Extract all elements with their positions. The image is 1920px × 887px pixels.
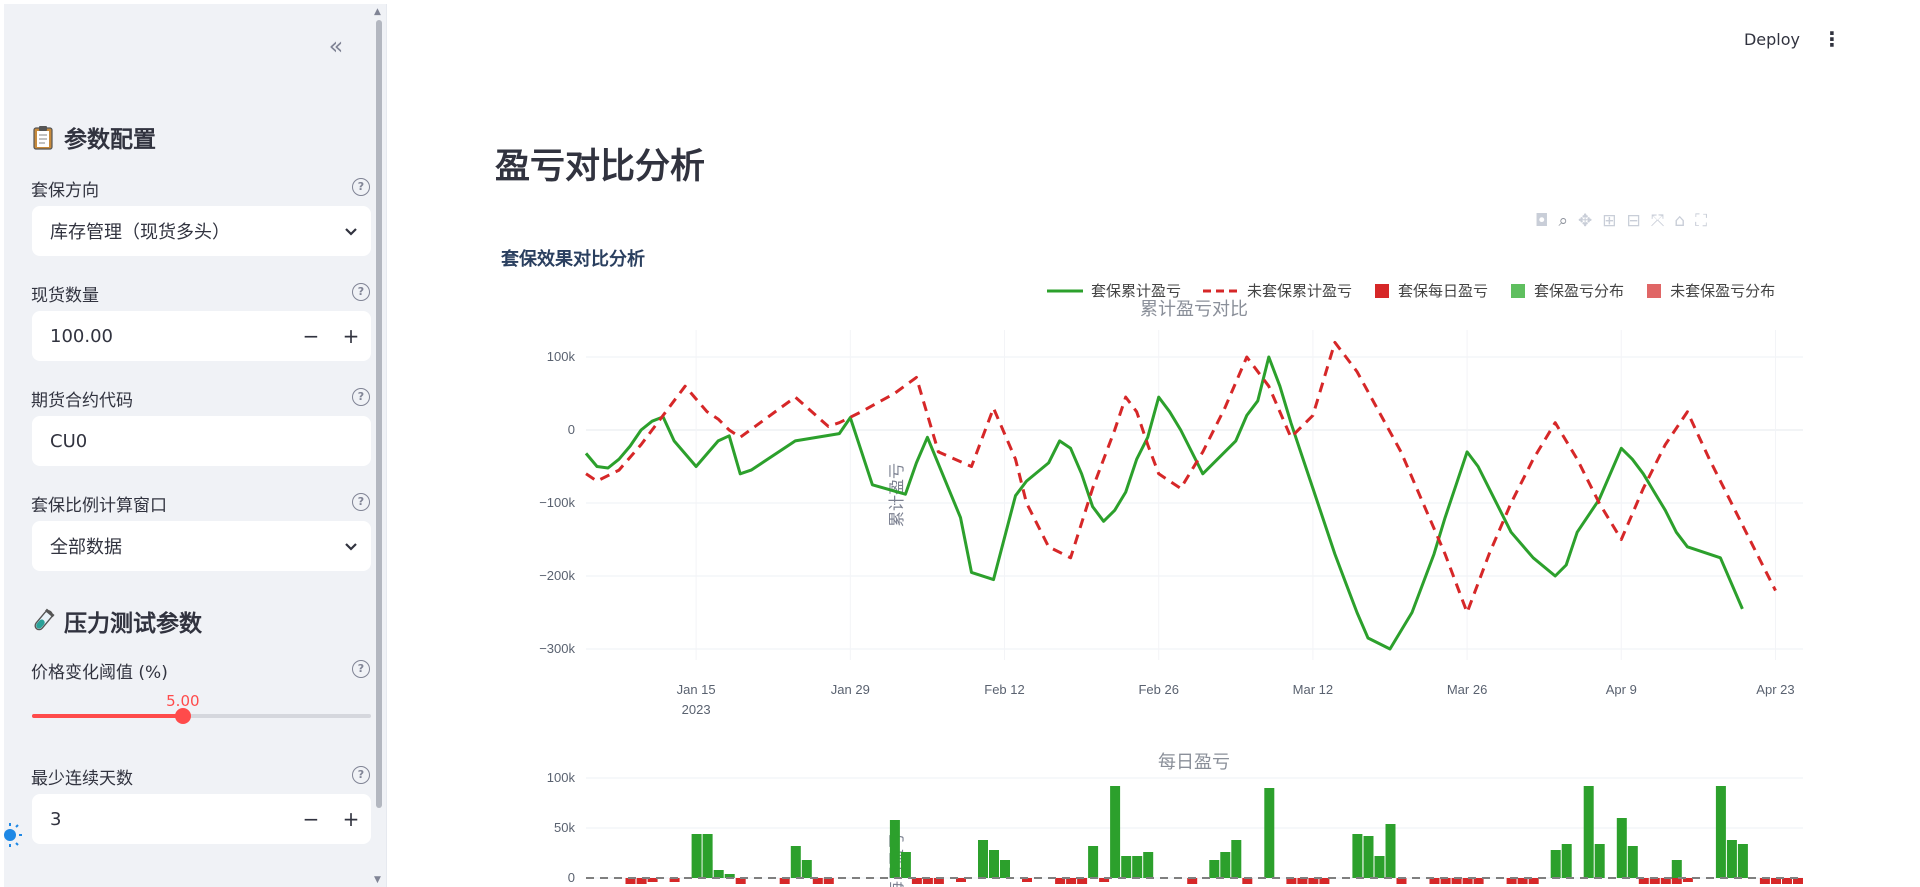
help-icon[interactable]: ? [352,766,370,784]
bar [1561,844,1572,878]
bar [978,840,988,878]
price-threshold-slider[interactable] [32,708,371,724]
help-icon[interactable]: ? [352,283,370,301]
scroll-down-icon[interactable]: ▼ [374,876,382,885]
app-frame: « 参数配置 套保方向 ? 库存管理（现货多头） 现货数量 ? 100.00 −… [0,0,1920,887]
spot-qty-value[interactable]: 100.00 [32,326,291,347]
chart-area: 累计盈亏对比累计盈亏100k0−100k−200k−300kJan 152023… [539,299,1803,887]
chevron-down-icon [331,222,371,241]
bar [790,846,801,878]
y-tick-label: −100k [539,495,575,510]
slider-thumb[interactable] [174,708,191,724]
test-tube-icon [34,608,55,631]
subplot-title: 每日盈亏 [1158,752,1230,773]
bar [1583,786,1594,878]
sidebar: « 参数配置 套保方向 ? 库存管理（现货多头） 现货数量 ? 100.00 −… [4,4,387,887]
x-tick-label: Apr 23 [1756,682,1794,697]
bar [1209,860,1220,878]
stress-section-title: 压力测试参数 [64,611,202,637]
help-icon[interactable]: ? [352,660,370,678]
x-tick-label: Feb 26 [1138,682,1178,697]
config-section-title: 参数配置 [64,127,156,153]
decrement-button[interactable]: − [291,807,331,831]
x-tick-label: Jan 29 [831,682,870,697]
stress-section-header: 压力测试参数 [30,604,202,638]
bar [1352,834,1363,878]
chevron-down-icon [331,537,371,556]
ratio-window-select[interactable]: 全部数据 [32,521,371,571]
hedge-direction-select[interactable]: 库存管理（现货多头） [32,206,371,256]
bar [1132,856,1143,878]
slider-fill [32,714,183,718]
price-threshold-label: 价格变化阈值 (%) [31,663,168,683]
bar [900,852,911,878]
contract-code-label: 期货合约代码 [31,391,133,411]
scroll-up-icon[interactable]: ▲ [374,8,382,17]
help-icon[interactable]: ? [352,178,370,196]
x-tick-sublabel: 2023 [682,702,711,717]
spot-qty-label: 现货数量 [31,286,99,306]
bar [1000,860,1010,878]
bar [801,860,812,878]
sidebar-scrollbar[interactable] [376,20,382,808]
spot-qty-stepper[interactable]: 100.00 − + [32,311,371,361]
min-days-label: 最少连续天数 [31,769,133,789]
decrement-button[interactable]: − [291,324,331,348]
bar [1715,786,1726,878]
y-tick-label: 100k [547,770,576,785]
x-tick-label: Feb 12 [984,682,1024,697]
min-days-stepper[interactable]: 3 − + [32,794,371,844]
y-tick-label: −200k [539,568,575,583]
y-tick-label: −300k [539,641,575,656]
subplot-title: 累计盈亏对比 [1140,299,1248,320]
y-tick-label: 50k [554,820,575,835]
bar [1121,856,1132,878]
bar [1671,860,1682,878]
clipboard-icon [33,126,53,150]
bar [691,834,702,878]
x-tick-label: Mar 26 [1447,682,1487,697]
main-content: Deploy ⋮ 盈亏对比分析 ◘ ⌕ ✥ ⊞ ⊟ ⤧ ⌂ ⛶ 套保效果对比分析… [388,0,1920,887]
theme-sun-icon[interactable] [0,820,22,850]
ratio-window-value: 全部数据 [50,537,122,558]
x-tick-label: Apr 9 [1606,682,1637,697]
bar [1264,788,1275,878]
help-icon[interactable]: ? [352,388,370,406]
increment-button[interactable]: + [331,807,371,831]
y-tick-label: 100k [547,349,576,364]
y-tick-label: 0 [568,870,575,885]
min-days-value[interactable]: 3 [32,809,291,830]
hedge-direction-label: 套保方向 [31,181,99,201]
config-section-header: 参数配置 [30,120,156,154]
bar [989,850,999,878]
bar [1110,786,1121,878]
bar [1616,818,1627,878]
bar [889,820,900,878]
increment-button[interactable]: + [331,324,371,348]
x-tick-label: Jan 15 [677,682,716,697]
series-line [585,340,1777,614]
bar [1088,846,1099,878]
hedge-direction-value: 库存管理（现货多头） [50,222,230,243]
bar [713,870,724,878]
bar [1385,824,1396,878]
bar [1627,846,1638,878]
bar [1220,852,1231,878]
help-icon[interactable]: ? [352,493,370,511]
bar [1374,856,1385,878]
bar [1143,852,1154,878]
x-tick-label: Mar 12 [1293,682,1333,697]
y-tick-label: 0 [568,422,575,437]
bar [1726,840,1737,878]
bar [702,860,713,878]
collapse-sidebar-button[interactable]: « [322,32,350,60]
contract-code-input[interactable]: CU0 [32,416,371,466]
bar [1737,844,1748,878]
bar [1550,850,1561,878]
ratio-window-label: 套保比例计算窗口 [31,496,167,516]
bar [1231,840,1242,878]
bar [1363,836,1374,878]
bar [1594,844,1605,878]
contract-code-value[interactable]: CU0 [32,431,371,452]
